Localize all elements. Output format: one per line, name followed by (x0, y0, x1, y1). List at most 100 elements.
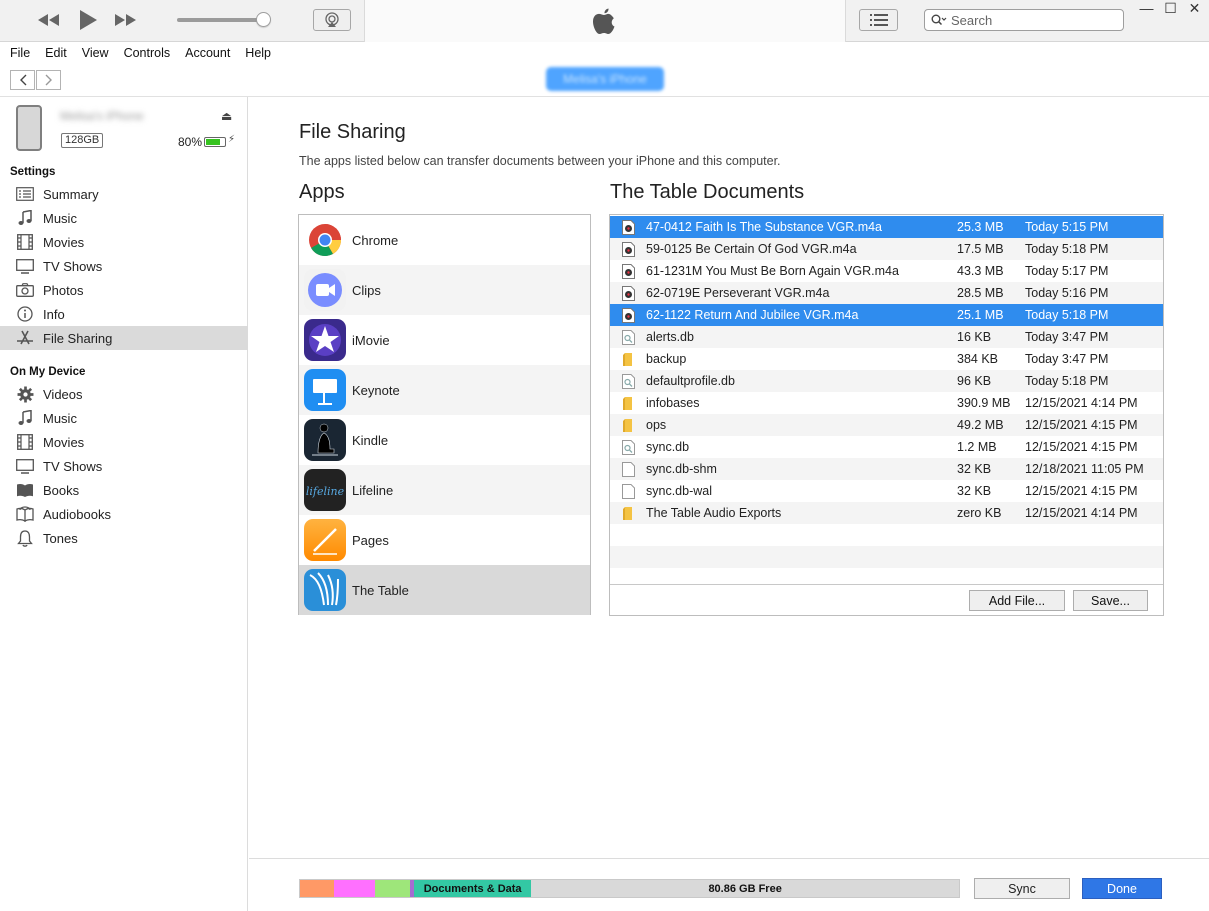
device-item-movies[interactable]: Movies (0, 430, 248, 454)
sync-button[interactable]: Sync (974, 878, 1070, 899)
search-box[interactable] (924, 9, 1124, 31)
document-row[interactable]: alerts.db 16 KB Today 3:47 PM (610, 326, 1163, 348)
document-size: 17.5 MB (957, 242, 1004, 256)
document-name: 59-0125 Be Certain Of God VGR.m4a (646, 242, 857, 256)
device-summary: Melisa's iPhone 128GB 80% ⚡ ⏏ (0, 97, 248, 157)
document-row[interactable]: backup 384 KB Today 3:47 PM (610, 348, 1163, 370)
app-name: Kindle (352, 432, 389, 448)
document-row[interactable]: ops 49.2 MB 12/15/2021 4:15 PM (610, 414, 1163, 436)
empty-row (610, 524, 1163, 546)
close-button[interactable]: ✕ (1182, 0, 1207, 16)
sidebar-item-photos[interactable]: Photos (0, 278, 248, 302)
app-row-kindle[interactable]: Kindle (299, 415, 590, 465)
document-row[interactable]: defaultprofile.db 96 KB Today 5:18 PM (610, 370, 1163, 392)
clips-app-icon (304, 269, 346, 311)
rewind-button[interactable] (36, 10, 62, 30)
document-name: backup (646, 352, 687, 366)
empty-row (610, 546, 1163, 568)
document-name: sync.db (646, 440, 690, 454)
document-name: sync.db-shm (646, 462, 717, 476)
app-row-imovie[interactable]: iMovie (299, 315, 590, 365)
forward-button[interactable] (36, 70, 61, 90)
summary-icon (16, 185, 34, 203)
menu-file[interactable]: File (10, 46, 30, 60)
menu-controls[interactable]: Controls (124, 46, 171, 60)
title-bar: — ☐ ✕ (0, 0, 1209, 42)
page-subtitle: The apps listed below can transfer docum… (299, 154, 781, 168)
eject-icon[interactable]: ⏏ (221, 109, 232, 123)
sidebar-item-tv-shows[interactable]: TV Shows (0, 254, 248, 278)
save-button[interactable]: Save... (1073, 590, 1148, 611)
device-item-tones[interactable]: Tones (0, 526, 248, 550)
document-size: 25.1 MB (957, 308, 1004, 322)
document-row[interactable]: sync.db-shm 32 KB 12/18/2021 11:05 PM (610, 458, 1163, 480)
database-file-icon (622, 440, 635, 455)
document-name: 62-1122 Return And Jubilee VGR.m4a (646, 308, 859, 322)
document-size: 96 KB (957, 374, 992, 388)
storage-segment: 80.86 GB Free (531, 880, 959, 897)
document-row[interactable]: infobases 390.9 MB 12/15/2021 4:14 PM (610, 392, 1163, 414)
sidebar-item-label: Photos (43, 282, 84, 298)
on-my-device-header: On My Device (10, 366, 86, 378)
device-button[interactable]: Melisa's iPhone (546, 67, 664, 91)
search-input[interactable] (951, 12, 1111, 28)
device-item-audiobooks[interactable]: Audiobooks (0, 502, 248, 526)
document-row[interactable]: 59-0125 Be Certain Of God VGR.m4a 17.5 MB… (610, 238, 1163, 260)
sidebar-item-info[interactable]: Info (0, 302, 248, 326)
app-row-the-table[interactable]: The Table (299, 565, 590, 615)
device-item-tv-shows[interactable]: TV Shows (0, 454, 248, 478)
app-row-pages[interactable]: Pages (299, 515, 590, 565)
airplay-button[interactable] (313, 9, 351, 31)
sidebar-item-movies[interactable]: Movies (0, 230, 248, 254)
app-row-keynote[interactable]: Keynote (299, 365, 590, 415)
menu-view[interactable]: View (82, 46, 109, 60)
document-size: 43.3 MB (957, 264, 1004, 278)
app-row-chrome[interactable]: Chrome (299, 215, 590, 265)
play-button[interactable] (76, 7, 100, 33)
document-row[interactable]: The Table Audio Exports zero KB 12/15/2021… (610, 502, 1163, 524)
database-file-icon (622, 330, 635, 345)
minimize-button[interactable]: — (1134, 0, 1159, 16)
document-name: defaultprofile.db (646, 374, 735, 388)
pages-app-icon (304, 519, 346, 561)
document-row[interactable]: 62-1122 Return And Jubilee VGR.m4a 25.1 M… (610, 304, 1163, 326)
sidebar-item-file-sharing[interactable]: File Sharing (0, 326, 248, 350)
folder-icon (622, 506, 635, 521)
fast-forward-icon (115, 14, 136, 26)
add-file-button[interactable]: Add File... (969, 590, 1065, 611)
up-next-list-button[interactable] (859, 9, 898, 31)
chevron-right-icon (45, 74, 52, 86)
document-row[interactable]: sync.db 1.2 MB 12/15/2021 4:15 PM (610, 436, 1163, 458)
sidebar-item-label: Music (43, 210, 77, 226)
document-row[interactable]: 62-0719E Perseverant VGR.m4a 28.5 MB Today… (610, 282, 1163, 304)
document-date: 12/15/2021 4:15 PM (1025, 484, 1138, 498)
storage-segment: Documents & Data (413, 880, 532, 897)
document-size: 390.9 MB (957, 396, 1011, 410)
device-item-videos[interactable]: Videos (0, 382, 248, 406)
menu-help[interactable]: Help (245, 46, 271, 60)
volume-slider-knob[interactable] (256, 12, 271, 27)
app-row-lifeline[interactable]: lifeline Lifeline (299, 465, 590, 515)
fast-forward-button[interactable] (112, 10, 138, 30)
sidebar-item-summary[interactable]: Summary (0, 182, 248, 206)
info-icon (16, 305, 34, 323)
main-content: File Sharing The apps listed below can t… (249, 97, 1209, 911)
document-row[interactable]: sync.db-wal 32 KB 12/15/2021 4:15 PM (610, 480, 1163, 502)
done-button[interactable]: Done (1082, 878, 1162, 899)
menu-account[interactable]: Account (185, 46, 230, 60)
device-item-books[interactable]: Books (0, 478, 248, 502)
document-name: 62-0719E Perseverant VGR.m4a (646, 286, 830, 300)
app-store-icon (16, 329, 34, 347)
document-name: sync.db-wal (646, 484, 712, 498)
document-size: 28.5 MB (957, 286, 1004, 300)
audio-file-icon (622, 308, 635, 323)
back-button[interactable] (10, 70, 35, 90)
app-name: Keynote (352, 382, 400, 398)
document-row[interactable]: 47-0412 Faith Is The Substance VGR.m4a 25… (610, 216, 1163, 238)
device-item-music[interactable]: Music (0, 406, 248, 430)
document-row[interactable]: 61-1231M You Must Be Born Again VGR.m4a 4… (610, 260, 1163, 282)
sidebar-item-music[interactable]: Music (0, 206, 248, 230)
maximize-button[interactable]: ☐ (1158, 0, 1183, 16)
app-row-clips[interactable]: Clips (299, 265, 590, 315)
menu-edit[interactable]: Edit (45, 46, 67, 60)
